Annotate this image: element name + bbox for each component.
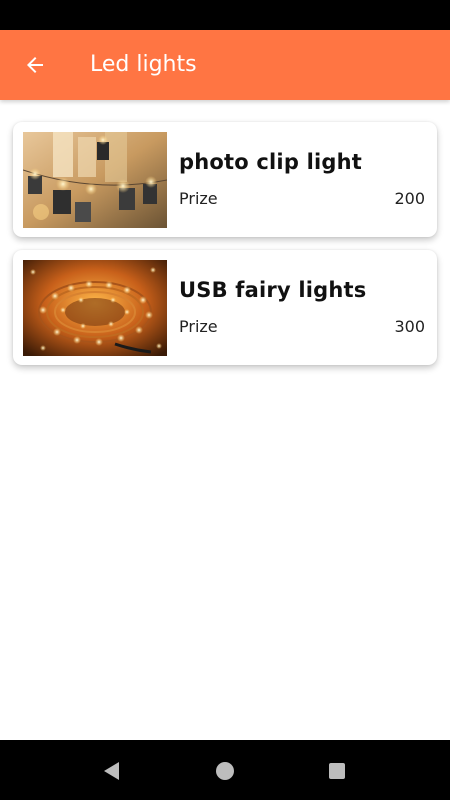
page-title: Led lights: [90, 52, 197, 77]
product-image: [23, 260, 167, 356]
navigation-bar: [0, 740, 450, 800]
price-label: Prize: [179, 189, 218, 208]
app-bar: Led lights: [0, 30, 450, 100]
usb-fairy-lights-image: [23, 260, 167, 356]
square-recents-icon: [329, 763, 345, 779]
arrow-left-icon: [27, 57, 43, 73]
price-value: 200: [394, 189, 425, 208]
status-bar: [0, 0, 450, 30]
back-button[interactable]: [14, 44, 56, 86]
nav-back-button[interactable]: [97, 756, 127, 786]
price-label: Prize: [179, 317, 218, 336]
triangle-back-icon: [104, 762, 119, 780]
product-title: photo clip light: [179, 150, 362, 174]
product-title: USB fairy lights: [179, 278, 367, 302]
circle-home-icon: [216, 762, 234, 780]
photo-clip-light-image: [23, 132, 167, 228]
product-card[interactable]: USB fairy lights Prize 300: [13, 250, 437, 365]
product-image: [23, 132, 167, 228]
nav-recents-button[interactable]: [322, 756, 352, 786]
nav-home-button[interactable]: [210, 756, 240, 786]
price-value: 300: [394, 317, 425, 336]
product-card[interactable]: photo clip light Prize 200: [13, 122, 437, 237]
